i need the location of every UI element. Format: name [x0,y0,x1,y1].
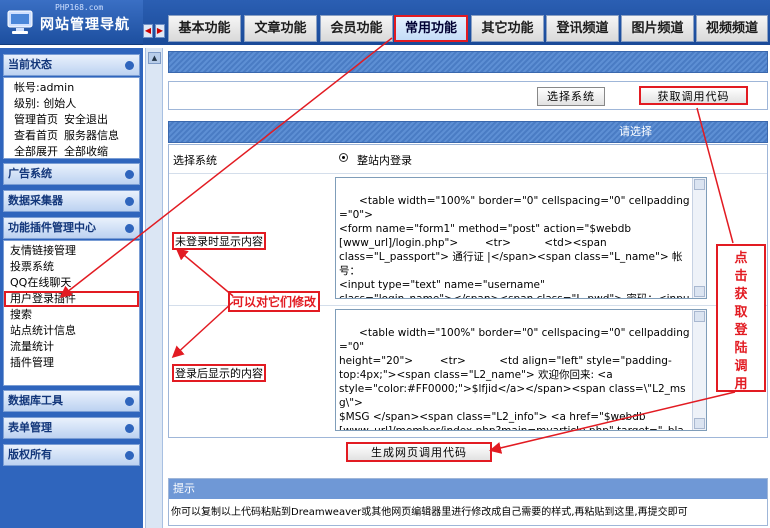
select-system-label: 选择系统 [173,154,217,167]
server-info-link[interactable]: 服务器信息 [64,129,119,142]
splitter[interactable]: ▲ [145,48,163,528]
admin-home-link[interactable]: 管理首页 [14,113,58,126]
main-panel: 选择系统 获取调用代码 请选择 选择系统 整站内登录 未登录时显示内容 <tab… [165,48,770,528]
sidebar-ad-header[interactable]: 广告系统 [3,163,140,185]
collapse-icon[interactable] [125,170,134,179]
modify-annotation: 可以对它们修改 [228,291,321,312]
collapse-icon[interactable] [125,451,134,460]
collapse-icon[interactable] [125,397,134,406]
tip-box: 提示 你可以复制以上代码粘贴到Dreamweaver或其他网页编辑器里进行修改成… [168,478,768,526]
computer-icon [7,10,33,34]
collapse-icon[interactable] [125,61,134,70]
before-login-label: 未登录时显示内容 [172,232,266,250]
sidebar-collector-header[interactable]: 数据采集器 [3,190,140,212]
get-code-button[interactable]: 获取调用代码 [639,86,748,105]
logout-link[interactable]: 安全退出 [64,113,108,126]
radio-label: 整站内登录 [357,154,412,167]
scrollbar[interactable] [692,310,706,430]
radio-site-login[interactable] [339,153,348,162]
collapse-icon[interactable] [125,424,134,433]
sidebar-item-vote[interactable]: 投票系统 [4,259,139,275]
collapse-icon[interactable] [125,197,134,206]
site-name: PHP168.com [55,3,104,12]
tab-other[interactable]: 其它功能 [471,15,544,42]
before-login-textarea[interactable]: <table width="100%" border="0" cellspaci… [335,177,707,299]
sidebar-plugin-header[interactable]: 功能插件管理中心 [3,217,140,239]
logo: PHP168.com 网站管理导航 [0,0,143,45]
sidebar-item-site-stats[interactable]: 站点统计信息 [4,323,139,339]
plugin-list: 友情链接管理 投票系统 QQ在线聊天 用户登录插件 搜索 站点统计信息 流量统计… [3,240,140,386]
sidebar-form-header[interactable]: 表单管理 [3,417,140,439]
sidebar: 当前状态 帐号:admin 级别: 创始人 管理首页 安全退出 查看首页 服务器信息… [0,48,143,528]
account-info: 帐号:admin [14,81,75,94]
tab-article[interactable]: 文章功能 [244,15,317,42]
tab-photo-channel[interactable]: 图片频道 [621,15,694,42]
expand-all-link[interactable]: 全部展开 [14,145,58,158]
tab-news-channel[interactable]: 登讯频道 [546,15,619,42]
status-panel: 帐号:admin 级别: 创始人 管理首页 安全退出 查看首页 服务器信息 全部展开… [3,77,140,159]
sidebar-copyright-header[interactable]: 版权所有 [3,444,140,466]
tip-text: 你可以复制以上代码粘贴到Dreamweaver或其他网页编辑器里进行修改成自己需… [171,507,688,518]
level-info: 级别: 创始人 [14,97,77,110]
tab-member[interactable]: 会员功能 [320,15,393,42]
header-band [168,51,768,73]
collapse-icon[interactable] [125,224,134,233]
sidebar-item-plugin-manage[interactable]: 插件管理 [4,355,139,371]
view-home-link[interactable]: 查看首页 [14,129,58,142]
scroll-up-icon[interactable]: ▲ [148,52,161,64]
tab-common[interactable]: 常用功能 [394,15,468,42]
tab-video-channel[interactable]: 视频频道 [696,15,768,42]
vertical-annotation: 点击获取登陆调用 [716,244,766,392]
collapse-all-link[interactable]: 全部收缩 [64,145,108,158]
tab-basic[interactable]: 基本功能 [168,15,241,42]
action-bar: 选择系统 获取调用代码 [168,81,768,110]
next-arrow-icon[interactable]: ▶ [155,24,165,38]
after-login-textarea[interactable]: <table width="100%" border="0" cellspaci… [335,309,707,431]
sidebar-item-user-login[interactable]: 用户登录插件 [4,291,139,307]
sidebar-db-header[interactable]: 数据库工具 [3,390,140,412]
sidebar-status-header[interactable]: 当前状态 [3,54,140,76]
after-login-label: 登录后显示的内容 [172,364,266,382]
sidebar-item-links[interactable]: 友情链接管理 [4,243,139,259]
select-system-button[interactable]: 选择系统 [537,87,605,106]
scrollbar[interactable] [692,178,706,298]
section-header: 请选择 [168,121,768,143]
generate-code-button[interactable]: 生成网页调用代码 [346,442,492,462]
sidebar-item-search[interactable]: 搜索 [4,307,139,323]
logo-title: 网站管理导航 [40,17,130,33]
tip-title: 提示 [169,479,767,499]
prev-arrow-icon[interactable]: ◀ [143,24,153,38]
sidebar-item-qq-chat[interactable]: QQ在线聊天 [4,275,139,291]
sidebar-item-traffic[interactable]: 流量统计 [4,339,139,355]
